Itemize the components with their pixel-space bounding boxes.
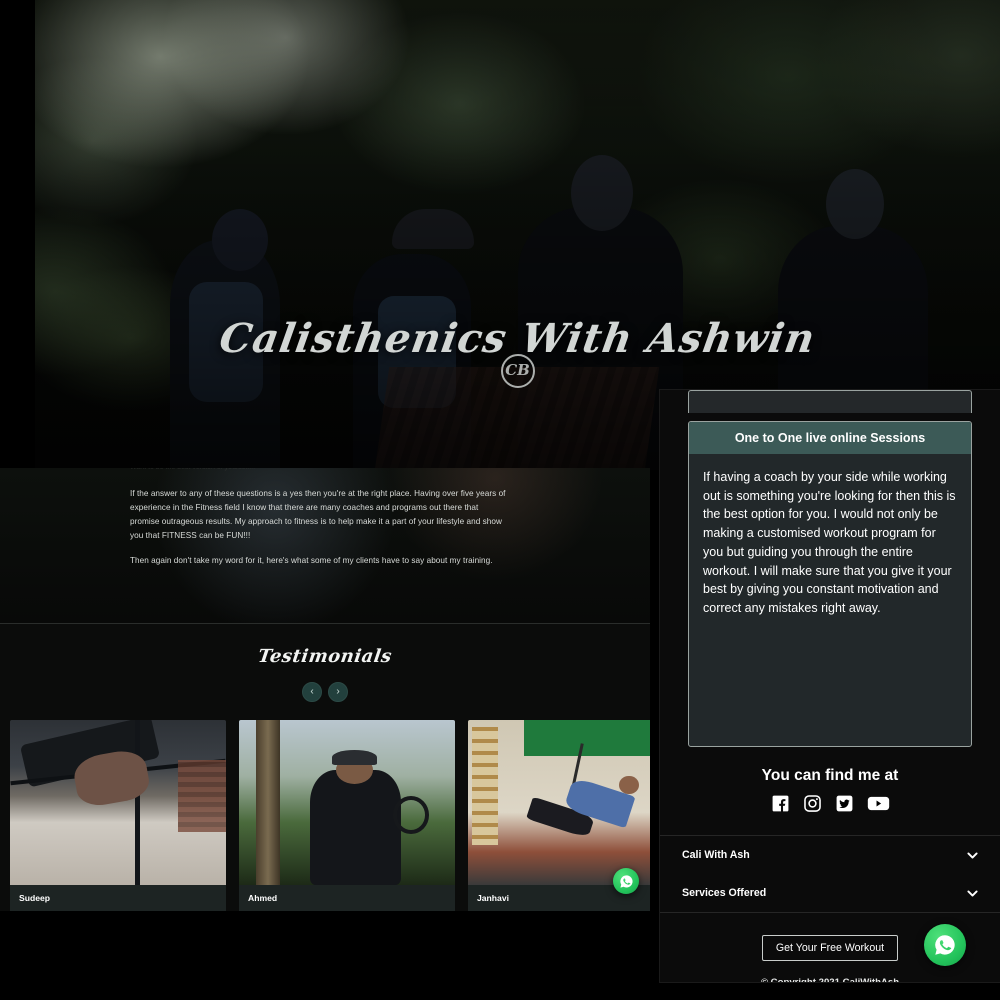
- testimonial-photo: [239, 720, 455, 885]
- about-paragraph-1: If the answer to any of these questions …: [130, 489, 506, 540]
- whatsapp-float-button-small[interactable]: [613, 868, 639, 894]
- screenshot-stage: Calisthenics With Ashwin CB Want to be t…: [0, 0, 1000, 1000]
- testimonial-name: Sudeep: [19, 893, 51, 903]
- twitter-icon[interactable]: [835, 794, 854, 813]
- carousel-next-button[interactable]: ›: [328, 682, 348, 702]
- logo-initials: CB: [500, 354, 535, 388]
- pricing-card-previous-partial[interactable]: [688, 390, 972, 413]
- instagram-icon[interactable]: [803, 794, 822, 813]
- testimonial-card[interactable]: Sudeep I started training with Ashwin be…: [10, 720, 226, 911]
- pricing-section: One to One live online Sessions If havin…: [660, 390, 1000, 747]
- chevron-down-icon: [967, 890, 978, 896]
- testimonials-heading: Testimonials: [256, 646, 394, 667]
- social-links: [660, 794, 1000, 813]
- testimonial-photo: [10, 720, 226, 885]
- chevron-down-icon: [967, 852, 978, 858]
- testimonial-card[interactable]: Ahmed Training with Ashwin has helped me…: [239, 720, 455, 911]
- testimonial-card-list: Sudeep I started training with Ashwin be…: [0, 720, 650, 911]
- whatsapp-icon: [619, 874, 633, 888]
- accordion-item-cali-with-ash[interactable]: Cali With Ash: [660, 836, 1000, 874]
- testimonial-text: I have been training with Calisthenics B…: [477, 909, 650, 911]
- pricing-card-one-to-one[interactable]: One to One live online Sessions If havin…: [688, 421, 972, 747]
- testimonial-name: Ahmed: [248, 893, 278, 903]
- testimonial-text: I started training with Ashwin before Co…: [19, 909, 217, 911]
- chevron-right-icon: ›: [336, 686, 340, 697]
- accordion-label: Services Offered: [682, 887, 767, 899]
- about-paragraph-2: Then again don't take my word for it, he…: [130, 556, 493, 565]
- accordion-label: Cali With Ash: [682, 849, 750, 861]
- whatsapp-float-button[interactable]: [924, 924, 966, 966]
- testimonial-text: Training with Ashwin has helped me see m…: [248, 909, 446, 911]
- find-me-section: You can find me at: [660, 747, 1000, 823]
- find-me-heading: You can find me at: [761, 767, 899, 784]
- get-free-workout-button[interactable]: Get Your Free Workout: [761, 935, 899, 961]
- testimonial-name: Janhavi: [477, 893, 510, 903]
- youtube-icon[interactable]: [867, 794, 890, 813]
- testimonial-photo: [468, 720, 650, 885]
- pricing-card-body: If having a coach by your side while wor…: [703, 470, 956, 615]
- about-section: Want to be the best version of yourself.…: [0, 468, 650, 623]
- facebook-icon[interactable]: [771, 794, 790, 813]
- copyright-text: © Copyright 2021 CaliWithAsh: [660, 977, 1000, 982]
- carousel-prev-button[interactable]: ‹: [302, 682, 322, 702]
- accordion-item-services-offered[interactable]: Services Offered: [660, 874, 1000, 912]
- pricing-card-heading: One to One live online Sessions: [689, 422, 971, 454]
- testimonials-carousel-nav: ‹ ›: [0, 682, 650, 702]
- whatsapp-icon: [935, 935, 955, 955]
- brand-logo-monogram: CB: [35, 352, 1000, 388]
- footer-accordion: Cali With Ash Services Offered: [660, 835, 1000, 912]
- about-cut-bullet: Want to be the best version of yourself.…: [130, 468, 255, 473]
- chevron-left-icon: ‹: [310, 686, 314, 697]
- testimonials-section: Testimonials ‹ › Sudeep I started traini…: [0, 623, 650, 911]
- right-panel: One to One live online Sessions If havin…: [660, 390, 1000, 982]
